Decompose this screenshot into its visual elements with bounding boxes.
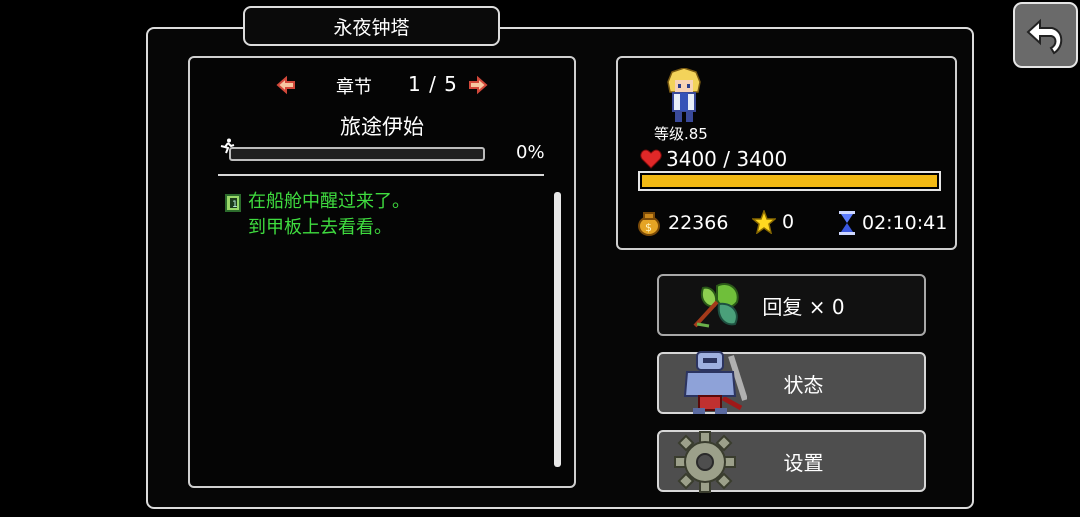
chapter-progress-text: 0% — [516, 142, 545, 163]
recover-label: 回复 × 0 — [762, 294, 845, 319]
hourglass-icon — [839, 211, 855, 235]
status-label: 状态 — [783, 372, 824, 397]
star-icon — [752, 210, 776, 234]
svg-text:1: 1 — [232, 200, 238, 210]
quest-description: 在船舱中醒过来了。 到甲板上去看看。 — [248, 189, 410, 241]
gold-bag-icon: $ — [638, 212, 660, 236]
chapter-selector: 章节 1 / 5 — [190, 71, 574, 101]
back-button[interactable] — [1013, 2, 1078, 68]
divider — [218, 174, 544, 176]
svg-text:$: $ — [645, 221, 652, 234]
chapter-page-indicator: 1 / 5 — [408, 72, 458, 96]
chapter-progress-bar — [229, 147, 485, 161]
prev-chapter-icon[interactable] — [276, 75, 296, 95]
page-title: 永夜钟塔 — [333, 16, 410, 39]
time-stat: 02:10:41 — [838, 210, 947, 236]
quest-line: 在船舱中醒过来了。 — [248, 191, 410, 212]
recover-button[interactable]: 回复 × 0 — [657, 274, 926, 336]
hp-row: 3400 / 3400 — [640, 147, 787, 171]
hp-value: 3400 / 3400 — [666, 147, 788, 171]
quest-line: 到甲板上去看看。 — [248, 217, 392, 238]
status-button[interactable]: 状态 — [657, 351, 926, 414]
hero-panel: 等级.85 3400 / 3400 $ 22366 0 02:10:41 — [616, 56, 957, 250]
hp-bar — [638, 171, 941, 191]
hero-avatar — [667, 68, 701, 122]
quest-scrollbar[interactable] — [554, 192, 561, 467]
star-value: 0 — [782, 211, 795, 233]
settings-button[interactable]: 设置 — [657, 430, 926, 493]
heart-icon — [640, 149, 662, 169]
gold-stat: $ 22366 — [636, 210, 728, 236]
hero-level: 等级.85 — [654, 125, 708, 143]
quest-book-icon: 1 — [225, 194, 241, 212]
chapter-panel: 章节 1 / 5 旅途伊始 0% 1 在船舱中醒过来了。 到甲板上去看看。 — [188, 56, 576, 488]
back-arrow-icon — [1026, 18, 1062, 55]
page-title-tab: 永夜钟塔 — [243, 6, 500, 46]
hp-bar-fill — [642, 175, 937, 187]
next-chapter-icon[interactable] — [468, 75, 488, 95]
gold-value: 22366 — [668, 212, 729, 234]
time-value: 02:10:41 — [862, 212, 948, 234]
chapter-name: 旅途伊始 — [340, 115, 424, 139]
settings-label: 设置 — [783, 450, 824, 475]
star-stat: 0 — [752, 210, 794, 234]
chapter-label: 章节 — [336, 77, 372, 98]
